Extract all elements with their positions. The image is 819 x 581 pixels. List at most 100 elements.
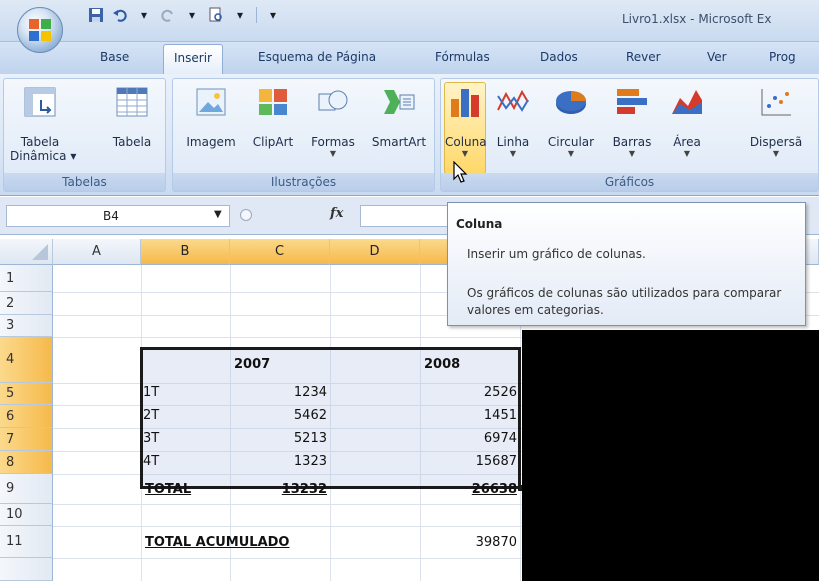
row-header-3[interactable]: 3 (0, 315, 53, 337)
cell-c7[interactable]: 5213 (232, 431, 327, 446)
column-chart-icon (446, 83, 484, 121)
column-header-d[interactable]: D (330, 239, 420, 265)
row-header-2[interactable]: 2 (0, 292, 53, 315)
shapes-label-text: Formas (311, 135, 355, 149)
pie-chart-button[interactable]: Circular ▼ (541, 83, 601, 159)
column-header-c[interactable]: C (230, 239, 330, 265)
office-button[interactable] (17, 7, 63, 53)
cell-c5[interactable]: 1234 (232, 385, 327, 400)
cell-c8[interactable]: 1323 (232, 454, 327, 469)
scatter-chart-label: Dispersã ▼ (743, 135, 809, 159)
cell-b7[interactable]: 3T (143, 431, 159, 446)
shapes-dropdown-icon: ▼ (329, 149, 337, 158)
name-box-dropdown-icon[interactable]: ▼ (214, 209, 222, 220)
table-button[interactable]: Tabela (104, 83, 160, 149)
pivottable-button[interactable]: Tabela Dinâmica ▾ (10, 83, 77, 163)
column-dropdown-icon: ▼ (461, 149, 469, 158)
save-icon[interactable] (86, 5, 106, 25)
row-header-9[interactable]: 9 (0, 474, 53, 504)
cell-c4[interactable]: 2007 (234, 357, 270, 372)
group-ilustracoes: Imagem ClipArt Formas ▼ SmartArt Ilustraç… (172, 78, 435, 192)
name-box[interactable]: B4 (6, 205, 230, 227)
group-graficos: Coluna ▼ Linha ▼ Circular ▼ Barras ▼ Área ▼ (440, 78, 819, 192)
picture-button[interactable]: Imagem (181, 83, 241, 149)
cell-e5[interactable]: 2526 (422, 385, 517, 400)
pie-chart-icon (552, 83, 590, 121)
cell-c6[interactable]: 5462 (232, 408, 327, 423)
pivottable-label: Tabela Dinâmica ▾ (10, 135, 77, 163)
tab-inserir[interactable]: Inserir (163, 44, 223, 74)
row-header-10[interactable]: 10 (0, 504, 53, 526)
cell-b11[interactable]: TOTAL ACUMULADO (145, 535, 290, 550)
tab-dados[interactable]: Dados (540, 50, 578, 64)
tab-ver[interactable]: Ver (707, 50, 727, 64)
line-chart-label: Linha ▼ (491, 135, 535, 159)
undo-icon[interactable] (110, 5, 130, 25)
scatter-chart-label-text: Dispersã (749, 135, 803, 149)
smartart-button[interactable]: SmartArt (367, 83, 431, 149)
cell-b5[interactable]: 1T (143, 385, 159, 400)
bar-dropdown-icon: ▼ (628, 149, 636, 158)
column-chart-label: Coluna ▼ (445, 135, 487, 159)
print-preview-icon[interactable] (206, 5, 226, 25)
office-logo-icon (29, 19, 51, 41)
scatter-chart-icon (757, 83, 795, 121)
column-chart-label-text: Coluna (445, 135, 487, 149)
row-header-4[interactable]: 4 (0, 337, 53, 383)
redo-icon[interactable] (158, 5, 178, 25)
row-header-7[interactable]: 7 (0, 428, 53, 451)
row-header-1[interactable]: 1 (0, 265, 53, 292)
clipart-button[interactable]: ClipArt (245, 83, 301, 149)
cell-c9[interactable]: 13232 (232, 482, 327, 497)
column-chart-tooltip: Coluna Inserir um gráfico de colunas. Os… (447, 202, 806, 326)
cell-b9[interactable]: TOTAL (145, 482, 191, 497)
tab-base[interactable]: Base (100, 50, 129, 64)
cell-e7[interactable]: 6974 (422, 431, 517, 446)
pie-chart-label-text: Circular (547, 135, 595, 149)
scatter-chart-button[interactable]: Dispersã ▼ (743, 83, 809, 159)
formula-bar-expand-icon[interactable] (240, 209, 252, 221)
smartart-icon (380, 83, 418, 121)
smartart-label: SmartArt (371, 135, 427, 149)
column-header-a[interactable]: A (53, 239, 141, 265)
row-header-12 (0, 558, 53, 581)
cell-e11[interactable]: 39870 (422, 535, 517, 550)
area-dropdown-icon: ▼ (683, 149, 691, 158)
row-header-6[interactable]: 6 (0, 405, 53, 428)
bar-chart-label-text: Barras (612, 135, 652, 149)
cell-b8[interactable]: 4T (143, 454, 159, 469)
tooltip-title: Coluna (456, 217, 503, 231)
customize-qat-icon[interactable]: ▾ (263, 5, 283, 25)
mouse-cursor-icon (453, 161, 468, 183)
tab-esquema-de-pagina[interactable]: Esquema de Página (258, 50, 376, 64)
area-chart-label-text: Área (673, 135, 701, 149)
column-header-b[interactable]: B (141, 239, 230, 265)
insert-function-icon[interactable]: fx (330, 206, 343, 221)
tab-rever[interactable]: Rever (626, 50, 661, 64)
select-all-corner[interactable] (0, 239, 53, 265)
quick-access-toolbar: ▾ ▾ ▾ ▾ (86, 4, 283, 26)
table-icon (113, 83, 151, 121)
tab-programador[interactable]: Prog (769, 50, 796, 64)
cell-b6[interactable]: 2T (143, 408, 159, 423)
group-ilustracoes-label: Ilustrações (173, 173, 434, 191)
bar-chart-button[interactable]: Barras ▼ (607, 83, 657, 159)
formula-input[interactable] (360, 205, 450, 227)
print-preview-dropdown-icon[interactable]: ▾ (230, 5, 250, 25)
undo-dropdown-icon[interactable]: ▾ (134, 5, 154, 25)
shapes-button[interactable]: Formas ▼ (305, 83, 361, 159)
shapes-icon (314, 83, 352, 121)
tab-formulas[interactable]: Fórmulas (435, 50, 490, 64)
redo-dropdown-icon[interactable]: ▾ (182, 5, 202, 25)
line-dropdown-icon: ▼ (509, 149, 517, 158)
area-chart-icon (668, 83, 706, 121)
cell-e9[interactable]: 26638 (422, 482, 517, 497)
area-chart-button[interactable]: Área ▼ (665, 83, 709, 159)
row-header-11[interactable]: 11 (0, 526, 53, 558)
cell-e4[interactable]: 2008 (424, 357, 460, 372)
row-header-5[interactable]: 5 (0, 383, 53, 405)
cell-e8[interactable]: 15687 (422, 454, 517, 469)
line-chart-button[interactable]: Linha ▼ (491, 83, 535, 159)
row-header-8[interactable]: 8 (0, 451, 53, 474)
cell-e6[interactable]: 1451 (422, 408, 517, 423)
